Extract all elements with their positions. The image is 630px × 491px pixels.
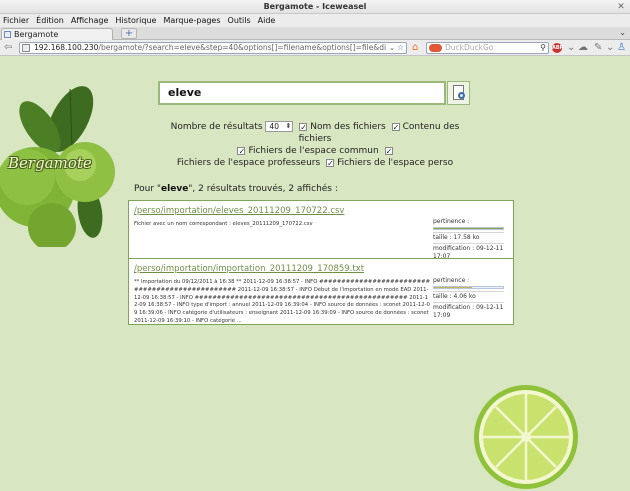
meta-divider xyxy=(433,243,504,244)
lime-slice-image xyxy=(474,385,578,489)
menu-fichier[interactable]: Fichier xyxy=(3,16,29,25)
result-link[interactable]: /perso/importation/importation_20111209_… xyxy=(134,264,364,274)
window-titlebar: Bergamote - Iceweasel ✕ xyxy=(0,0,630,14)
result-item: /perso/importation/importation_20111209_… xyxy=(129,259,513,324)
history-dropdown-icon[interactable]: ⌄ xyxy=(387,43,395,53)
adblock-icon[interactable]: ABP xyxy=(552,43,563,53)
meta-divider xyxy=(433,291,504,292)
personal-space-checkbox[interactable]: ✓ xyxy=(326,158,335,167)
summary-query: eleve xyxy=(161,184,189,194)
result-count-label: Nombre de résultats xyxy=(170,122,263,132)
web-search-placeholder: DuckDuckGo xyxy=(445,43,494,52)
meta-divider xyxy=(433,302,504,303)
menu-edition[interactable]: Édition xyxy=(36,16,64,25)
menu-affichage[interactable]: Affichage xyxy=(71,16,109,25)
summary-prefix: Pour " xyxy=(134,184,162,194)
bookmark-star-icon[interactable]: ☆ xyxy=(396,43,404,53)
back-arrow-icon[interactable]: ⇦ xyxy=(4,42,12,54)
home-icon[interactable]: ⌂ xyxy=(412,42,418,54)
wrench-icon[interactable]: ✎ xyxy=(594,42,602,54)
meta-divider xyxy=(433,232,504,233)
magnifier-icon[interactable]: ⚲ xyxy=(540,43,546,53)
filename-label: Nom des fichiers xyxy=(310,122,386,132)
relevance-label: pertinence : xyxy=(433,218,470,225)
brand-name: Bergamote xyxy=(8,154,92,172)
page-icon xyxy=(4,31,11,38)
address-bar[interactable]: 192.168.100.230/bergamote/?search=eleve&… xyxy=(19,42,407,54)
search-button[interactable] xyxy=(447,81,470,105)
result-description: ** Importation du 09/12/2011 à 16:38 ** … xyxy=(134,279,431,324)
menu-aide[interactable]: Aide xyxy=(258,16,276,25)
navigation-bar: ⇦ 192.168.100.230/bergamote/?search=elev… xyxy=(0,40,630,56)
common-space-extra-checkbox[interactable]: ✓ xyxy=(384,146,393,155)
relevance-bar xyxy=(433,227,504,230)
tab-label: Bergamote xyxy=(14,30,59,39)
result-item: /perso/importation/eleves_20111209_17072… xyxy=(129,201,513,261)
site-identity-icon[interactable] xyxy=(22,44,30,52)
menu-bar: Fichier Édition Affichage Historique Mar… xyxy=(0,14,630,27)
relevance-fill xyxy=(434,228,503,229)
duckduckgo-icon[interactable] xyxy=(429,44,442,52)
modified-date: modification : 09-12-11 17:09 xyxy=(433,304,504,319)
menu-historique[interactable]: Historique xyxy=(115,16,156,25)
tab-list-chevron-icon[interactable]: ⌄ xyxy=(619,28,626,37)
cloud-sync-icon[interactable]: ☁ xyxy=(578,42,588,54)
dropdown-chevron-icon[interactable]: ⌄ xyxy=(567,42,575,54)
new-tab-button[interactable]: + xyxy=(121,28,137,39)
person-icon[interactable]: ♙ xyxy=(617,42,626,54)
result-link[interactable]: /perso/importation/eleves_20111209_17072… xyxy=(134,206,344,216)
search-input[interactable]: eleve xyxy=(158,81,446,105)
menu-outils[interactable]: Outils xyxy=(228,16,251,25)
common-space-checkbox[interactable]: ✓ xyxy=(237,146,246,155)
file-size: taille : 17.58 ko xyxy=(433,234,480,241)
results-list: /perso/importation/eleves_20111209_17072… xyxy=(128,200,514,325)
address-host: 192.168.100.230 xyxy=(34,43,99,52)
relevance-fill xyxy=(434,287,472,288)
result-meta: pertinence : taille : 17.58 ko modificat… xyxy=(433,218,513,261)
page-content: Bergamote eleve Nombre de résultats 40 ✓… xyxy=(0,57,630,491)
content-checkbox[interactable]: ✓ xyxy=(391,122,400,131)
tab-bergamote[interactable]: Bergamote xyxy=(1,28,113,40)
common-space-label: Fichiers de l'espace commun xyxy=(248,146,379,156)
search-options: Nombre de résultats 40 ✓Nom des fichiers… xyxy=(170,121,460,169)
summary-suffix: ", 2 résultats trouvés, 2 affichés : xyxy=(188,184,338,194)
web-search-input[interactable]: DuckDuckGo ⚲ xyxy=(426,42,549,54)
modified-date: modification : 09-12-11 17:07 xyxy=(433,245,504,260)
teachers-space-label: Fichiers de l'espace professeurs xyxy=(176,158,321,168)
file-size: taille : 4.06 ko xyxy=(433,293,476,300)
tab-bar: Bergamote + ⌄ xyxy=(0,27,630,40)
address-path: /bergamote/?search=eleve&step=40&options… xyxy=(98,43,387,52)
result-description: Fichier avec un nom correspondant : elev… xyxy=(134,221,313,227)
relevance-bar xyxy=(433,286,504,289)
menu-marque-pages[interactable]: Marque-pages xyxy=(163,16,220,25)
close-window-icon[interactable]: ✕ xyxy=(615,1,627,13)
result-meta: pertinence : taille : 4.06 ko modificati… xyxy=(433,277,513,320)
relevance-label: pertinence : xyxy=(433,277,470,284)
personal-space-label: Fichiers de l'espace perso xyxy=(337,158,454,168)
window-title: Bergamote - Iceweasel xyxy=(263,2,367,11)
addons-chevron-icon[interactable]: ⌄ xyxy=(606,42,614,54)
results-summary: Pour "eleve", 2 résultats trouvés, 2 aff… xyxy=(134,184,338,194)
filename-checkbox[interactable]: ✓ xyxy=(299,122,308,131)
result-count-select[interactable]: 40 xyxy=(265,121,294,132)
search-lens-icon xyxy=(458,92,465,99)
